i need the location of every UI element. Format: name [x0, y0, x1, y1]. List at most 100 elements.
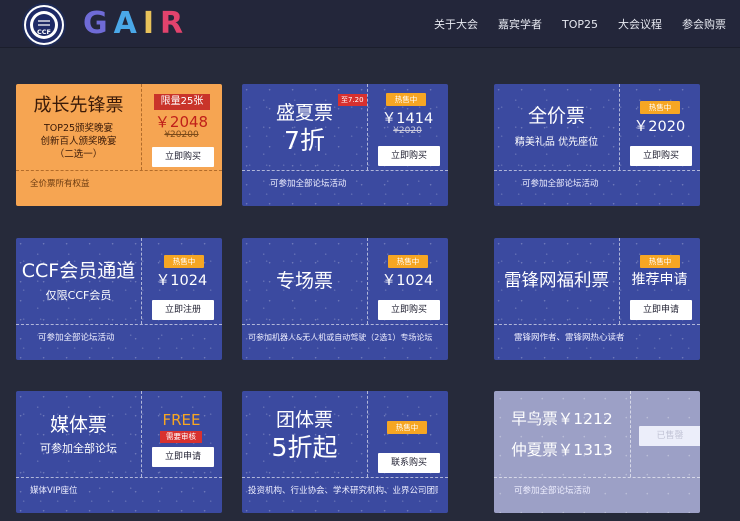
buy-button[interactable]: 立即购买	[378, 300, 440, 320]
card-info: 全价票 精美礼品 优先座位	[494, 84, 619, 170]
card-footer: 可参加全部论坛活动	[270, 179, 347, 189]
card-footer: 可参加机器人&无人机或自动驾驶（2选1）专场论坛	[248, 333, 433, 342]
card-footer: 雷锋网作者、雷锋网热心读者	[514, 333, 625, 343]
ticket-card-ccf-member: CCF会员通道 仅限CCF会员 热售中 ￥1024 立即注册 可参加全部论坛活动	[16, 238, 222, 360]
card-price-area: FREE 需要审核 立即申请	[141, 391, 222, 477]
nav-speakers[interactable]: 嘉宾学者	[498, 16, 542, 32]
top-header: CCF G A I R 关于大会 嘉宾学者 TOP25 大会议程 参会购票	[0, 0, 740, 48]
hot-badge: 热售中	[388, 255, 428, 268]
card-sub: 可参加全部论坛	[40, 441, 117, 455]
card-info: 雷锋网福利票	[494, 238, 619, 324]
hot-badge: 热售中	[640, 255, 680, 268]
divider	[494, 324, 700, 325]
card-footer: 媒体VIP座位	[30, 486, 78, 496]
card-info: 团体票 5折起	[242, 391, 367, 477]
card-price-area: 限量25张 ￥2048 ¥20200 立即购买	[141, 84, 222, 170]
hot-badge: 热售中	[640, 101, 680, 114]
seal-icon: CCF	[26, 7, 62, 43]
card-info: 媒体票 可参加全部论坛	[16, 391, 141, 477]
card-price-area: 热售中 ￥2020 立即购买	[619, 84, 700, 170]
card-title: 盛夏票	[275, 102, 333, 124]
card-title: 媒体票	[49, 413, 107, 436]
card-title: CCF会员通道	[21, 260, 136, 282]
card-price-area: 已售罄	[630, 391, 700, 477]
gair-logo[interactable]: G A I R	[83, 5, 188, 41]
divider	[16, 324, 222, 325]
apply-button[interactable]: 立即申请	[152, 447, 214, 467]
divider	[16, 477, 222, 478]
early-bird-line: 早鸟票￥1212	[511, 409, 613, 428]
price-text: 推荐申请	[631, 272, 688, 288]
price: ￥2020	[633, 119, 686, 135]
midsummer-line: 仲夏票￥1313	[511, 440, 613, 459]
card-title: 雷锋网福利票	[504, 271, 609, 291]
price: ￥1024	[155, 273, 208, 289]
divider	[242, 170, 448, 171]
card-footer: 可参加全部论坛活动	[38, 333, 115, 343]
hot-badge: 热售中	[164, 255, 204, 268]
card-info: CCF会员通道 仅限CCF会员	[16, 238, 141, 324]
buy-button[interactable]: 立即购买	[630, 146, 692, 166]
logo-letter-i: I	[142, 5, 159, 41]
ccf-seal-logo[interactable]: CCF	[22, 3, 66, 47]
price: ￥1024	[381, 273, 434, 289]
divider	[242, 324, 448, 325]
logo-letter-r: R	[160, 5, 188, 41]
divider	[494, 477, 700, 478]
card-footer: 全价票所有权益	[30, 179, 90, 189]
sold-out-button[interactable]: 已售罄	[639, 426, 700, 446]
card-info: 早鸟票￥1212 仲夏票￥1313	[494, 391, 630, 477]
card-sub-1: TOP25颁奖晚宴	[43, 122, 114, 134]
card-title: 成长先锋票	[33, 94, 124, 116]
card-footer: 投资机构、行业协会、学术研究机构、业界公司团购	[248, 486, 438, 496]
card-sub: 仅限CCF会员	[45, 289, 112, 302]
card-discount: 7折	[284, 126, 325, 155]
ticket-card-sold-out: 早鸟票￥1212 仲夏票￥1313 已售罄 可参加全部论坛活动	[494, 391, 700, 513]
nav-about[interactable]: 关于大会	[434, 16, 478, 32]
card-price-area: 热售中 联系购买	[367, 391, 448, 477]
hot-badge: 热售中	[386, 93, 426, 106]
card-info: 成长先锋票 TOP25颁奖晚宴 创新百人颁奖晚宴 （二选一）	[16, 84, 141, 170]
ticket-card-special: 专场票 热售中 ￥1024 立即购买 可参加机器人&无人机或自动驾驶（2选1）专…	[242, 238, 448, 360]
divider	[494, 170, 700, 171]
card-price-area: 热售中 推荐申请 立即申请	[619, 238, 700, 324]
divider	[242, 477, 448, 478]
card-sub-3: （二选一）	[54, 148, 103, 160]
deadline-tag: 至7.20	[338, 94, 367, 106]
ticket-card-pioneer: 成长先锋票 TOP25颁奖晚宴 创新百人颁奖晚宴 （二选一） 限量25张 ￥20…	[16, 84, 222, 206]
divider	[16, 170, 222, 171]
register-button[interactable]: 立即注册	[152, 300, 214, 320]
card-title: 团体票	[275, 409, 333, 431]
price: ￥2048	[154, 113, 209, 131]
card-price-area: 热售中 ￥1024 立即购买	[367, 238, 448, 324]
card-info: 专场票	[242, 238, 367, 324]
nav-top25[interactable]: TOP25	[562, 18, 598, 31]
ticket-card-full-price: 全价票 精美礼品 优先座位 热售中 ￥2020 立即购买 可参加全部论坛活动	[494, 84, 700, 206]
contact-button[interactable]: 联系购买	[378, 453, 440, 473]
card-title: 专场票	[275, 270, 333, 292]
card-footer: 可参加全部论坛活动	[514, 486, 591, 496]
card-sub: 精美礼品 优先座位	[514, 137, 599, 148]
limit-badge: 限量25张	[154, 94, 210, 110]
card-price-area: 热售中 ￥1024 立即注册	[141, 238, 222, 324]
ticket-card-leiphone: 雷锋网福利票 热售中 推荐申请 立即申请 雷锋网作者、雷锋网热心读者	[494, 238, 700, 360]
logo-letter-a: A	[113, 5, 141, 41]
card-footer: 可参加全部论坛活动	[522, 179, 599, 189]
nav-tickets[interactable]: 参会购票	[682, 16, 726, 32]
hot-badge: 热售中	[387, 421, 427, 434]
ticket-card-group: 团体票 5折起 热售中 联系购买 投资机构、行业协会、学术研究机构、业界公司团购	[242, 391, 448, 513]
card-sub-2: 创新百人颁奖晚宴	[40, 135, 117, 147]
buy-button[interactable]: 立即购买	[378, 146, 440, 166]
nav-agenda[interactable]: 大会议程	[618, 16, 662, 32]
main-nav: 关于大会 嘉宾学者 TOP25 大会议程 参会购票	[434, 0, 726, 48]
svg-text:CCF: CCF	[37, 28, 51, 36]
card-discount: 5折起	[271, 433, 338, 462]
card-price-area: 热售中 ￥1414 ¥2020 立即购买	[367, 84, 448, 170]
original-price: ¥20200	[164, 130, 199, 140]
original-price: ¥2020	[393, 126, 422, 136]
review-badge: 需要审核	[160, 431, 202, 443]
ticket-card-media: 媒体票 可参加全部论坛 FREE 需要审核 立即申请 媒体VIP座位	[16, 391, 222, 513]
apply-button[interactable]: 立即申请	[630, 300, 692, 320]
buy-button[interactable]: 立即购买	[152, 147, 214, 167]
ticket-card-summer: 盛夏票 7折 至7.20 热售中 ￥1414 ¥2020 立即购买 可参加全部论…	[242, 84, 448, 206]
